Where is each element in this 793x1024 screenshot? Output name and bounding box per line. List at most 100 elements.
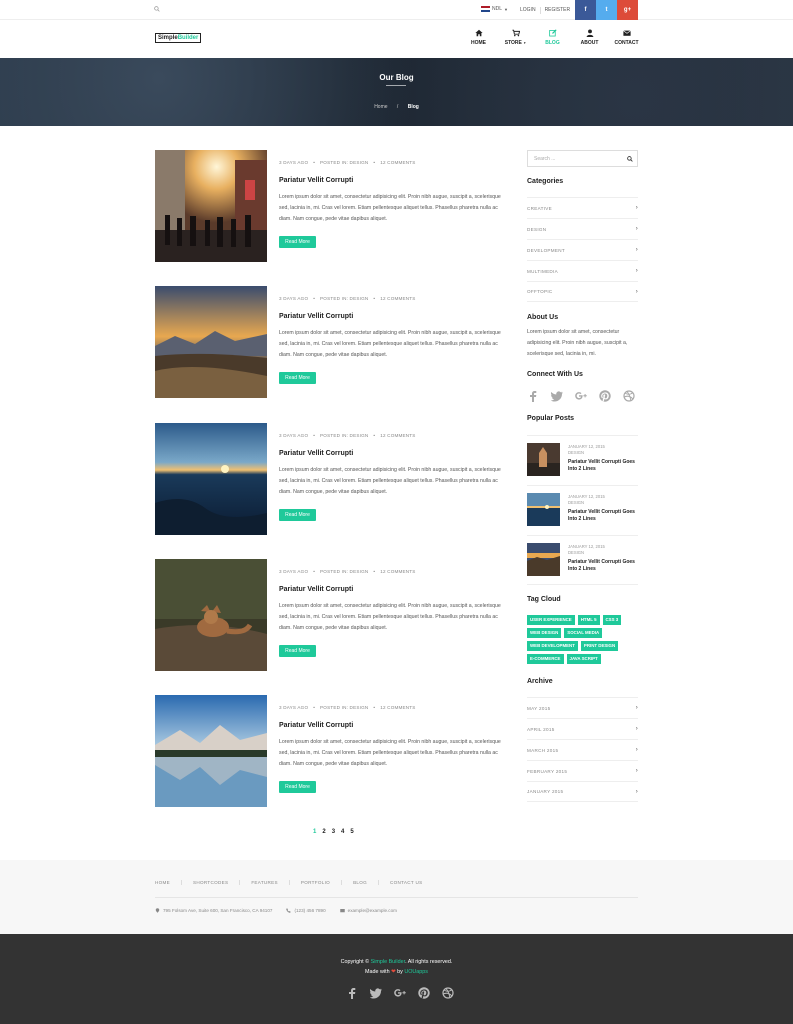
breadcrumb-home[interactable]: Home	[374, 104, 387, 110]
read-more-button[interactable]: Read More	[279, 645, 316, 657]
archive-item[interactable]: MAY 2015 ›	[527, 697, 638, 718]
archive-item[interactable]: MARCH 2015 ›	[527, 739, 638, 760]
category-item[interactable]: MULTIMEDIA ›	[527, 260, 638, 281]
tag-button[interactable]: WEB DEVELOPMENT	[527, 641, 578, 651]
login-link[interactable]: LOGIN	[518, 7, 538, 14]
twitter-icon[interactable]	[551, 390, 563, 402]
breadcrumb: Home / Blog	[0, 104, 793, 110]
footer-link-blog[interactable]: BLOG	[341, 880, 378, 885]
archive-item[interactable]: APRIL 2015 ›	[527, 718, 638, 739]
connect-heading: Connect With Us	[527, 371, 583, 378]
tag-button[interactable]: CSS 3	[602, 615, 622, 625]
menu-item-blog[interactable]: BLOG	[534, 29, 571, 46]
googleplus-icon[interactable]: g+	[617, 0, 638, 20]
page-hero: Our Blog Home / Blog	[0, 58, 793, 126]
post-title[interactable]: Pariatur Vellit Corrupti	[279, 313, 353, 320]
popular-posts-heading: Popular Posts	[527, 415, 575, 422]
popular-post-item[interactable]: JANUARY 12, 2015 DESIGN Pariatur Vellit C…	[527, 535, 638, 584]
logo-text-2: Builder	[177, 35, 199, 41]
tag-button[interactable]: WEB DESIGN	[527, 628, 562, 638]
post-title[interactable]: Pariatur Vellit Corrupti	[279, 450, 353, 457]
popular-post-title[interactable]: Pariatur Vellit Corrupti Goes Into 2 Lin…	[568, 509, 638, 523]
read-more-button[interactable]: Read More	[279, 781, 316, 793]
pinterest-icon[interactable]	[599, 390, 611, 402]
popular-post-item[interactable]: JANUARY 12, 2015 DESIGN Pariatur Vellit C…	[527, 485, 638, 534]
popular-post-item[interactable]: JANUARY 12, 2015 DESIGN Pariatur Vellit C…	[527, 435, 638, 484]
googleplus-icon[interactable]	[394, 987, 406, 999]
read-more-button[interactable]: Read More	[279, 372, 316, 384]
post-image-mountain-sunset[interactable]	[155, 286, 267, 398]
archive-item[interactable]: FEBRUARY 2015 ›	[527, 760, 638, 781]
search-placeholder: Search ...	[534, 156, 556, 162]
category-item[interactable]: CREATIVE ›	[527, 197, 638, 218]
googleplus-icon[interactable]	[575, 390, 587, 402]
register-link[interactable]: REGISTER	[543, 7, 573, 14]
post-image-mountain-lake[interactable]	[155, 695, 267, 807]
tag-button[interactable]: E-COMMERCE	[527, 654, 564, 664]
menu-item-contact[interactable]: CONTACT	[608, 29, 645, 46]
flag-icon	[481, 6, 490, 12]
cart-icon	[511, 29, 520, 37]
read-more-button[interactable]: Read More	[279, 236, 316, 248]
footer-link-home[interactable]: HOME	[155, 880, 181, 885]
heart-icon: ❤	[391, 969, 396, 975]
tag-button[interactable]: USER EXPERIENCE	[527, 615, 575, 625]
footer-link-contact[interactable]: CONTACT US	[378, 880, 433, 885]
post-excerpt: Lorem ipsum dolor sit amet, consectetur …	[279, 739, 501, 767]
post-image-city-street[interactable]	[155, 150, 267, 262]
page-title: Our Blog	[379, 73, 414, 82]
search-icon[interactable]	[154, 6, 160, 12]
footer-link-features[interactable]: FEATURES	[239, 880, 289, 885]
sidebar-search-input[interactable]: Search ...	[527, 150, 638, 167]
brand-link[interactable]: Simple Builder	[371, 959, 405, 965]
page-link-4[interactable]: 4	[341, 829, 344, 835]
page-link-2[interactable]: 2	[322, 829, 325, 835]
facebook-icon[interactable]	[527, 390, 539, 402]
chevron-right-icon: ›	[635, 705, 638, 711]
page-link-1[interactable]: 1	[313, 829, 316, 835]
pinterest-icon[interactable]	[418, 987, 430, 999]
popular-post-thumb[interactable]	[527, 443, 560, 476]
dribbble-icon[interactable]	[623, 390, 635, 402]
author-link[interactable]: UOUapps	[404, 969, 428, 975]
facebook-icon[interactable]: f	[575, 0, 596, 20]
menu-item-home[interactable]: HOME	[460, 29, 497, 46]
category-item[interactable]: DESIGN ›	[527, 218, 638, 239]
popular-post-title[interactable]: Pariatur Vellit Corrupti Goes Into 2 Lin…	[568, 459, 638, 473]
top-social-links: f t g+	[575, 0, 638, 20]
tag-button[interactable]: HTML 5	[577, 615, 600, 625]
page-link-5[interactable]: 5	[350, 829, 353, 835]
popular-post-date: JANUARY 12, 2015 DESIGN	[568, 544, 605, 555]
archive-item[interactable]: JANUARY 2015 ›	[527, 781, 638, 802]
footer-bottom: Copyright © Simple Builder. All rights r…	[0, 934, 793, 1024]
tag-button[interactable]: PRINT DESIGN	[580, 641, 619, 651]
menu-item-store[interactable]: STORE ▼	[497, 29, 534, 46]
footer-link-portfolio[interactable]: PORTFOLIO	[288, 880, 341, 885]
search-icon[interactable]	[627, 156, 633, 162]
category-item[interactable]: DEVELOPMENT ›	[527, 239, 638, 260]
post-title[interactable]: Pariatur Vellit Corrupti	[279, 586, 353, 593]
language-selector[interactable]: NDL ▼	[481, 6, 508, 12]
menu-item-about[interactable]: ABOUT	[571, 29, 608, 46]
read-more-button[interactable]: Read More	[279, 509, 316, 521]
popular-post-title[interactable]: Pariatur Vellit Corrupti Goes Into 2 Lin…	[568, 559, 638, 573]
post-image-ocean-sunset[interactable]	[155, 423, 267, 535]
page-link-3[interactable]: 3	[332, 829, 335, 835]
popular-post-thumb[interactable]	[527, 543, 560, 576]
twitter-icon[interactable]	[370, 987, 382, 999]
envelope-icon	[622, 30, 631, 36]
footer-address: 795 Folsom Ave, Suite 600, San Francisco…	[155, 908, 272, 913]
post-title[interactable]: Pariatur Vellit Corrupti	[279, 177, 353, 184]
post-title[interactable]: Pariatur Vellit Corrupti	[279, 722, 353, 729]
tag-button[interactable]: SOCIAL MEDIA	[564, 628, 603, 638]
category-item[interactable]: OFFTOPIC ›	[527, 281, 638, 302]
logo[interactable]: SimpleBuilder	[155, 33, 202, 43]
tag-button[interactable]: JAVA SCRIPT	[566, 654, 601, 664]
twitter-icon[interactable]: t	[596, 0, 617, 20]
footer-email[interactable]: example@example.com	[339, 908, 397, 913]
post-image-fox[interactable]	[155, 559, 267, 671]
dribbble-icon[interactable]	[442, 987, 454, 999]
facebook-icon[interactable]	[346, 987, 358, 999]
popular-post-thumb[interactable]	[527, 493, 560, 526]
footer-link-shortcodes[interactable]: SHORTCODES	[180, 880, 239, 885]
